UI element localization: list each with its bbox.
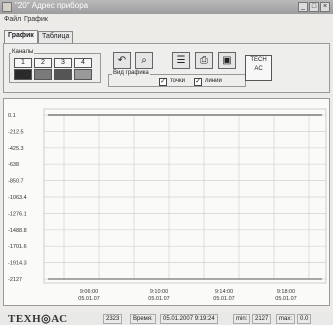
points-checkbox[interactable]: ✓ [159, 78, 167, 86]
channel-2-button[interactable]: 2 [34, 58, 52, 68]
app-icon [2, 2, 12, 12]
lines-label: линии [205, 78, 222, 84]
status-min-value: 2127 [252, 314, 272, 324]
y-tick-label: -1701.6 [8, 244, 27, 250]
status-value: 2323 [103, 314, 123, 324]
channel-3-button[interactable]: 3 [54, 58, 72, 68]
list-icon[interactable]: ☰ [172, 52, 190, 69]
y-tick-label: -638 [8, 162, 19, 168]
tab-table[interactable]: Таблица [38, 31, 74, 43]
tab-graph[interactable]: График [4, 30, 38, 43]
x-tick-time: 9:06:00 [80, 289, 98, 295]
lines-checkbox[interactable]: ✓ [194, 78, 202, 86]
maximize-button[interactable]: □ [309, 2, 319, 12]
channel-1-button[interactable]: 1 [14, 58, 32, 68]
y-tick-label: -425.3 [8, 146, 24, 152]
app-window: "20" Адрес прибора _ □ × Файл График Гра… [0, 0, 333, 325]
print-icon[interactable]: ⎙ [195, 52, 213, 69]
zoom-icon[interactable]: ⌕ [135, 52, 153, 69]
menu-file[interactable]: Файл [4, 16, 21, 23]
menu-graph[interactable]: График [24, 16, 48, 23]
graph-svg: 0.1 -212.5 -425.3 -638 -850.7 -1063.4 -1276.1 -… [8, 108, 327, 302]
status-max-value: 0.0 [297, 314, 312, 324]
channels-label: Каналы [11, 49, 35, 55]
channel-2-color[interactable] [34, 69, 52, 80]
x-tick-time: 9:18:00 [277, 289, 295, 295]
window-title: "20" Адрес прибора [15, 1, 89, 10]
y-tick-label: 0.1 [8, 113, 16, 119]
plot-frame [43, 108, 327, 284]
menu-bar: Файл График [0, 14, 333, 25]
y-tick-label: -1488.8 [8, 228, 27, 234]
view-label: Вид графика [112, 70, 150, 76]
y-tick-label: -1276.1 [8, 211, 27, 217]
status-max-label: max: [276, 314, 296, 324]
y-tick-label: -2127 [8, 277, 22, 283]
brand-logo: ТЕХН◎АС [8, 313, 68, 325]
device-button[interactable]: TECH AC [245, 55, 272, 81]
y-tick-label: -850.7 [8, 179, 24, 185]
y-tick-label: -212.5 [8, 129, 24, 135]
points-label: точки [170, 78, 185, 84]
status-time-label: Время: [130, 314, 156, 324]
channel-4-color[interactable] [74, 69, 92, 80]
status-min-label: min: [233, 314, 251, 324]
device-button-label: TECH AC [250, 57, 267, 72]
x-tick-date: 05.01.07 [78, 296, 99, 302]
channel-1-color[interactable] [14, 69, 32, 80]
title-bar[interactable]: "20" Адрес прибора _ □ × [0, 0, 333, 14]
y-tick-label: -1063.4 [8, 195, 27, 201]
x-tick-time: 9:10:00 [150, 289, 168, 295]
graph-area[interactable]: 0.1 -212.5 -425.3 -638 -850.7 -1063.4 -1276.1 -… [3, 98, 330, 306]
channel-3-color[interactable] [54, 69, 72, 80]
x-tick-time: 9:14:00 [215, 289, 233, 295]
undo-icon[interactable]: ↶ [113, 52, 131, 69]
status-bar: ТЕХН◎АС 2323 Время: 05.01.2007 9:19:24 m… [0, 312, 333, 325]
x-tick-date: 05.01.07 [275, 296, 296, 302]
y-tick-label: -1914.3 [8, 261, 27, 267]
save-icon[interactable]: ▣ [218, 52, 236, 69]
minimize-button[interactable]: _ [298, 2, 308, 12]
status-time-value: 05.01.2007 9:19:24 [160, 314, 218, 324]
x-tick-date: 05.01.07 [148, 296, 169, 302]
channel-4-button[interactable]: 4 [74, 58, 92, 68]
close-button[interactable]: × [320, 2, 330, 12]
x-tick-date: 05.01.07 [213, 296, 234, 302]
